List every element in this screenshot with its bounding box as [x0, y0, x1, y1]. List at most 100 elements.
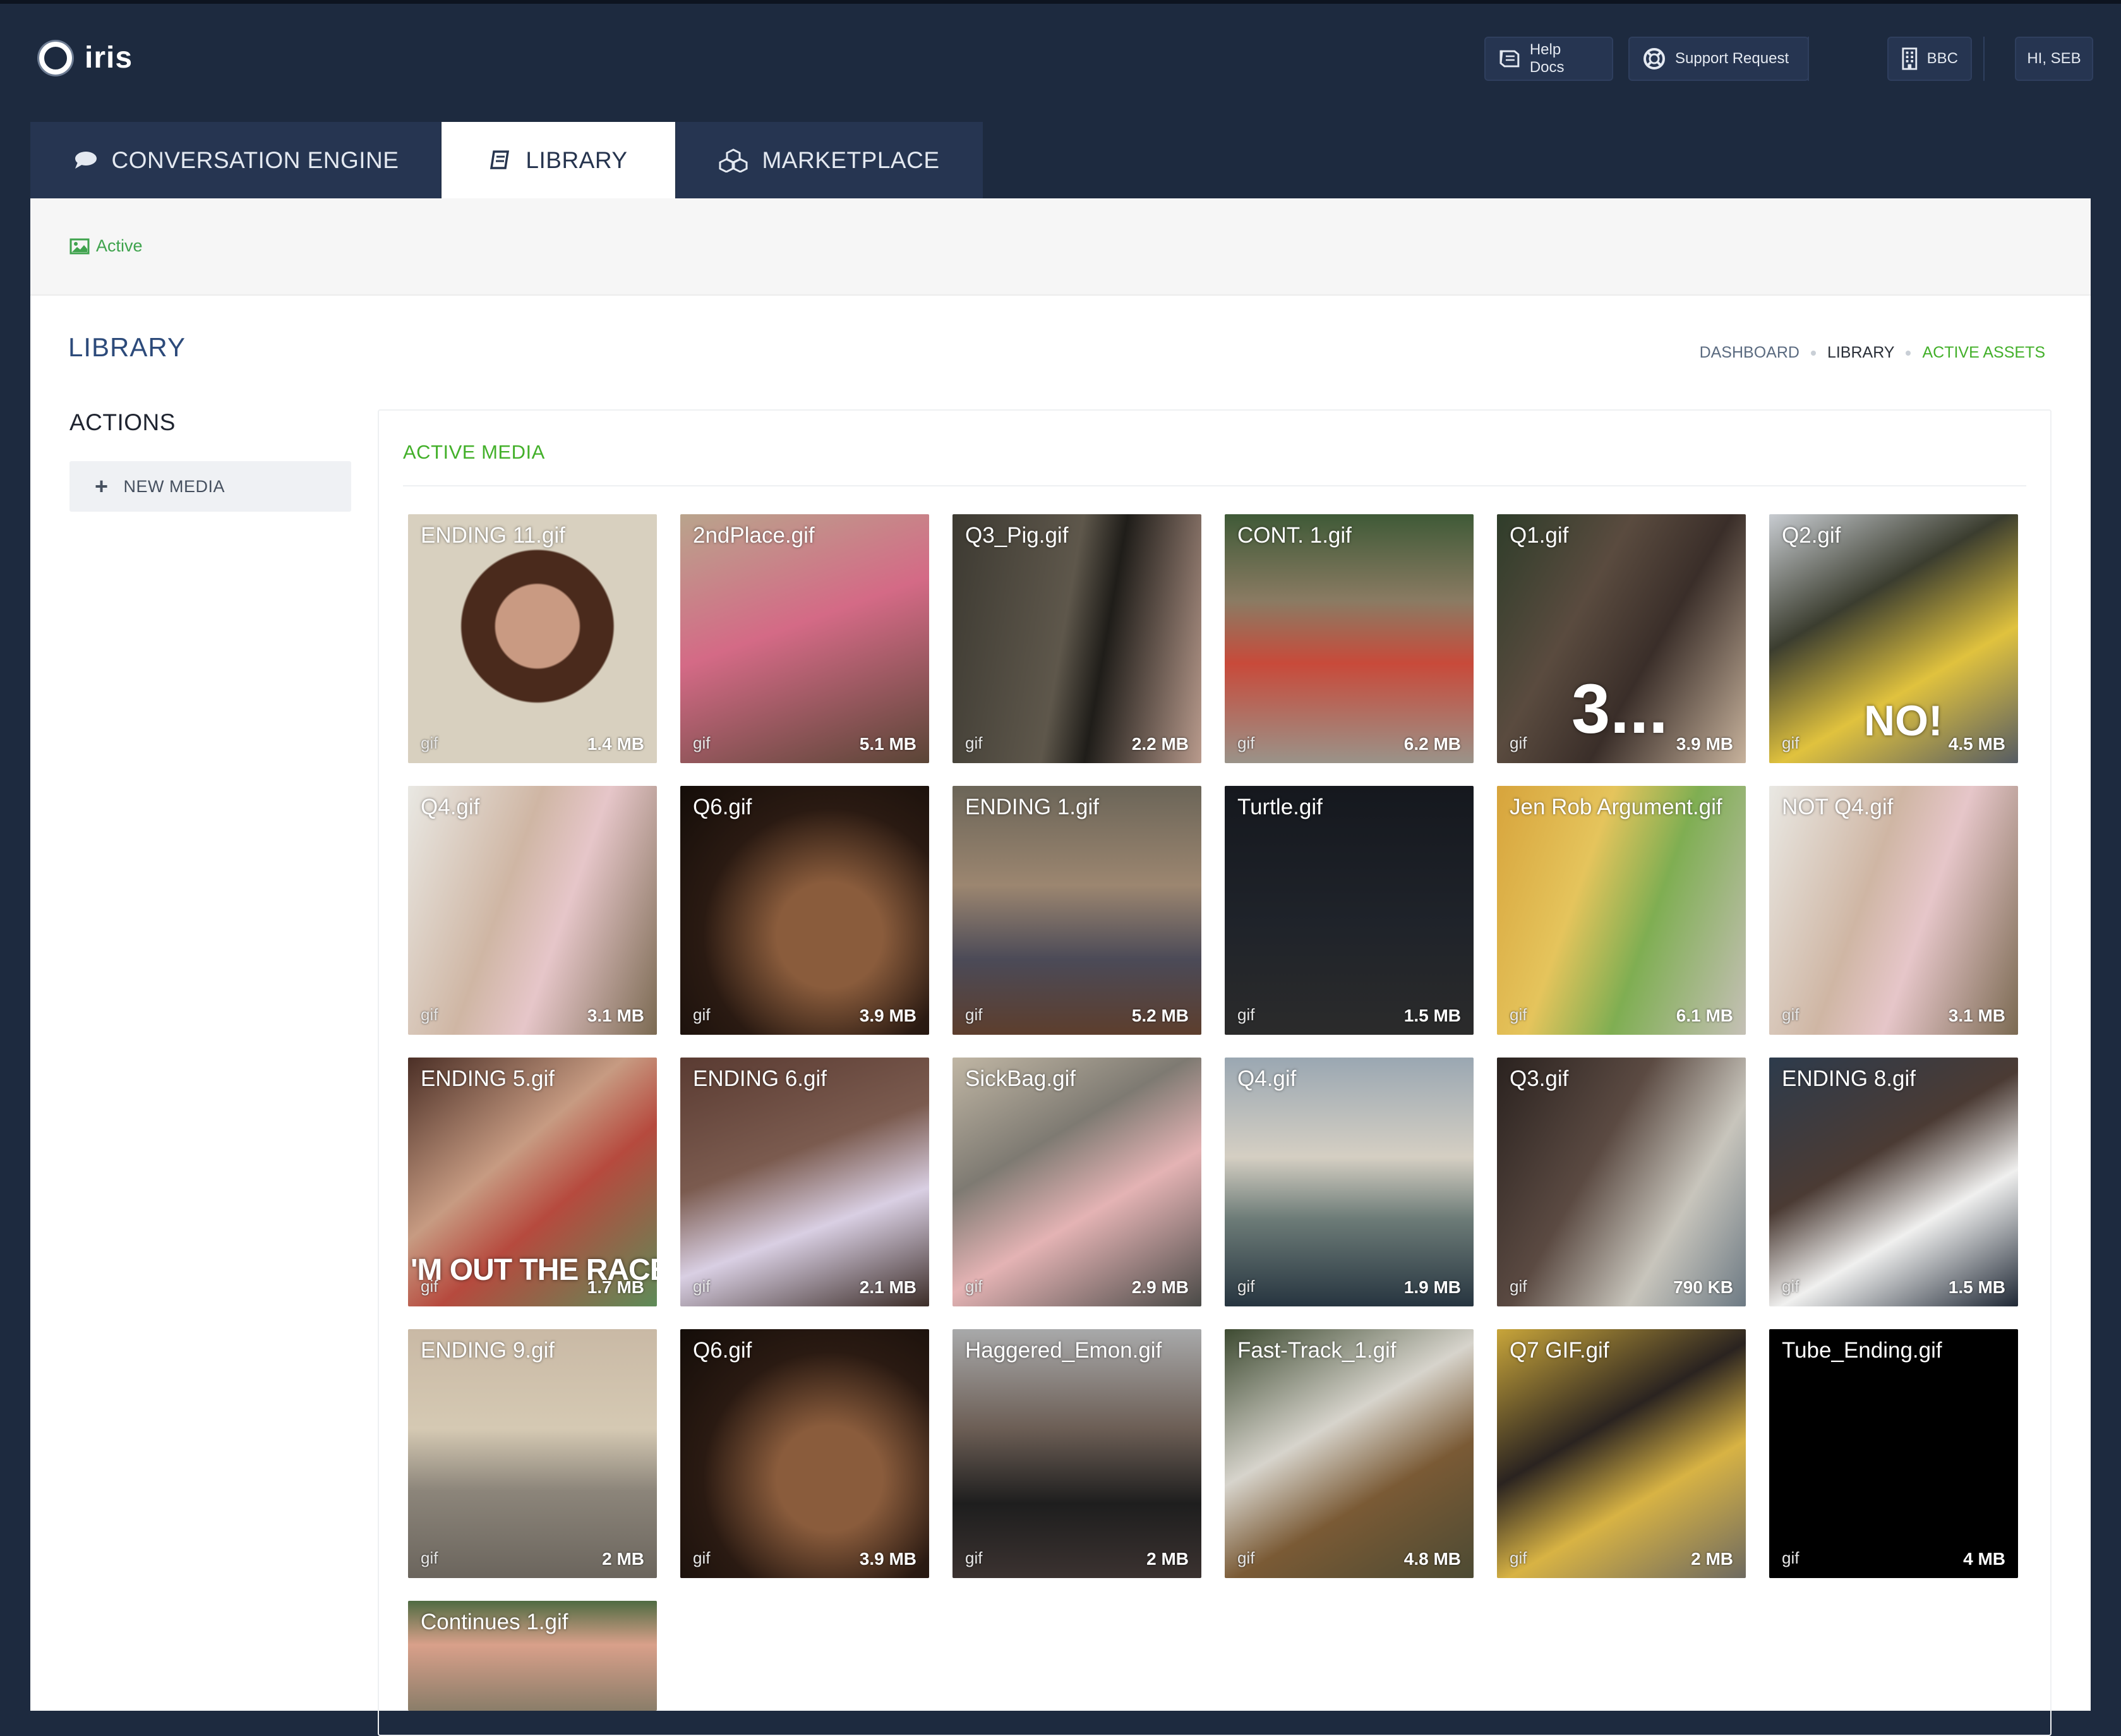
support-request-button[interactable]: Support Request	[1628, 37, 1809, 81]
media-tile[interactable]: Q3.gif gif 790 KB	[1497, 1058, 1746, 1306]
main-panel: Active LIBRARY DASHBOARD LIBRARY ACTIVE …	[30, 198, 2091, 1736]
media-file-type: gif	[693, 1277, 711, 1296]
tab-marketplace[interactable]: MARKETPLACE	[676, 122, 983, 199]
media-thumbnail	[952, 1058, 1201, 1306]
media-file-size: 790 KB	[1673, 1277, 1733, 1297]
media-file-type: gif	[1782, 1548, 1800, 1567]
header-divider	[1983, 37, 1985, 81]
media-file-size: 4.8 MB	[1403, 1549, 1461, 1569]
media-tile[interactable]: Q6.gif gif 3.9 MB	[680, 1329, 929, 1578]
media-tile[interactable]: Q7 GIF.gif gif 2 MB	[1497, 1329, 1746, 1578]
media-tile[interactable]: ENDING 6.gif gif 2.1 MB	[680, 1058, 929, 1306]
media-tile[interactable]: Tube_Ending.gif gif 4 MB	[1769, 1329, 2018, 1578]
media-tile[interactable]: ENDING 11.gif gif 1.4 MB	[408, 514, 657, 763]
media-file-name: Q1.gif	[1510, 523, 1569, 548]
media-file-name: Tube_Ending.gif	[1782, 1338, 1942, 1363]
organization-button[interactable]: BBC	[1887, 37, 1972, 81]
media-tile[interactable]: NO! Q2.gif gif 4.5 MB	[1769, 514, 2018, 763]
status-filter-active[interactable]: Active	[69, 236, 143, 256]
breadcrumb-dashboard[interactable]: DASHBOARD	[1700, 344, 1800, 362]
media-thumbnail	[680, 1329, 929, 1578]
media-tile[interactable]: ENDING 1.gif gif 5.2 MB	[952, 786, 1201, 1035]
media-tile[interactable]: Turtle.gif gif 1.5 MB	[1225, 786, 1474, 1035]
media-file-name: Q4.gif	[421, 795, 480, 819]
tab-conversation-engine[interactable]: CONVERSATION ENGINE	[30, 122, 441, 199]
building-icon	[1902, 47, 1918, 70]
media-tile[interactable]: SickBag.gif gif 2.9 MB	[952, 1058, 1201, 1306]
media-caption-overlay: NO!	[1864, 697, 1943, 745]
media-file-size: 2 MB	[602, 1549, 644, 1569]
media-file-size: 1.9 MB	[1403, 1277, 1461, 1297]
media-file-size: 3.1 MB	[1948, 1006, 2005, 1025]
logo-ring-icon	[39, 41, 72, 75]
media-thumbnail	[1769, 786, 2018, 1035]
media-thumbnail	[1769, 1329, 2018, 1578]
media-tile[interactable]: ENDING 8.gif gif 1.5 MB	[1769, 1058, 2018, 1306]
media-file-name: 2ndPlace.gif	[693, 523, 815, 548]
media-file-type: gif	[693, 1548, 711, 1567]
actions-heading: ACTIONS	[69, 409, 176, 435]
media-tile[interactable]: NOT Q4.gif gif 3.1 MB	[1769, 786, 2018, 1035]
media-file-name: ENDING 1.gif	[965, 795, 1099, 819]
media-tile[interactable]: 'M OUT THE RACE ENDING 5.gif gif 1.7 MB	[408, 1058, 657, 1306]
media-file-name: Q6.gif	[693, 1338, 752, 1363]
status-filter-label: Active	[96, 236, 143, 255]
media-file-type: gif	[965, 733, 983, 752]
media-file-type: gif	[421, 1277, 438, 1296]
media-thumbnail	[1497, 786, 1746, 1035]
media-file-name: Q3_Pig.gif	[965, 523, 1069, 548]
book-icon	[1499, 50, 1520, 68]
active-media-panel: ACTIVE MEDIA ENDING 11.gif gif 1.4 MB 2ndPl…	[378, 409, 2052, 1736]
media-file-type: gif	[1782, 1277, 1800, 1296]
app-name: iris	[85, 41, 133, 75]
media-tile[interactable]: Jen Rob Argument.gif gif 6.1 MB	[1497, 786, 1746, 1035]
breadcrumb-separator	[1810, 350, 1816, 356]
tab-library[interactable]: LIBRARY	[442, 122, 675, 199]
media-file-type: gif	[1237, 1005, 1255, 1024]
breadcrumb-library[interactable]: LIBRARY	[1827, 344, 1895, 362]
media-file-size: 2 MB	[1691, 1549, 1733, 1569]
media-file-size: 6.1 MB	[1676, 1006, 1733, 1025]
media-tile[interactable]: Q4.gif gif 3.1 MB	[408, 786, 657, 1035]
tab-label: MARKETPLACE	[762, 147, 940, 173]
media-tile[interactable]: CONT. 1.gif gif 6.2 MB	[1225, 514, 1474, 763]
new-media-button[interactable]: + NEW MEDIA	[69, 461, 351, 512]
media-tile[interactable]: Q4.gif gif 1.9 MB	[1225, 1058, 1474, 1306]
page-title: LIBRARY	[68, 332, 186, 362]
media-file-size: 6.2 MB	[1403, 734, 1461, 754]
media-thumbnail	[1225, 1058, 1474, 1306]
media-tile[interactable]: ENDING 9.gif gif 2 MB	[408, 1329, 657, 1578]
media-thumbnail	[1225, 786, 1474, 1035]
media-file-size: 3.9 MB	[859, 1549, 916, 1569]
media-file-name: Q7 GIF.gif	[1510, 1338, 1609, 1363]
help-docs-button[interactable]: Help Docs	[1484, 37, 1613, 81]
cubes-icon	[719, 148, 748, 172]
media-file-name: Q6.gif	[693, 795, 752, 819]
user-menu-button[interactable]: HI, SEB	[2015, 37, 2093, 81]
media-file-size: 1.4 MB	[587, 734, 644, 754]
media-tile[interactable]: Fast-Track_1.gif gif 4.8 MB	[1225, 1329, 1474, 1578]
app-logo[interactable]: iris	[39, 40, 133, 75]
speech-bubble-icon	[75, 152, 97, 169]
media-file-type: gif	[1782, 733, 1800, 752]
media-tile[interactable]: 2ndPlace.gif gif 5.1 MB	[680, 514, 929, 763]
media-tile[interactable]: Q6.gif gif 3.9 MB	[680, 786, 929, 1035]
media-tile[interactable]: Haggered_Emon.gif gif 2 MB	[952, 1329, 1201, 1578]
media-file-name: ENDING 9.gif	[421, 1338, 555, 1363]
media-file-name: ENDING 6.gif	[693, 1066, 827, 1091]
image-icon	[69, 238, 90, 254]
media-tile[interactable]: Continues 1.gif	[408, 1601, 657, 1711]
media-file-type: gif	[1510, 1277, 1527, 1296]
media-file-type: gif	[1237, 1277, 1255, 1296]
media-file-name: Continues 1.gif	[421, 1610, 568, 1634]
media-file-type: gif	[421, 1005, 438, 1024]
media-thumbnail	[680, 1058, 929, 1306]
media-thumbnail	[680, 786, 929, 1035]
media-file-type: gif	[965, 1548, 983, 1567]
media-tile[interactable]: Q3_Pig.gifgif 2.2 MB	[952, 514, 1201, 763]
media-thumbnail	[408, 514, 657, 763]
media-file-size: 2.2 MB	[1131, 734, 1189, 754]
media-file-name: Turtle.gif	[1237, 795, 1323, 819]
media-thumbnail	[1225, 1329, 1474, 1578]
media-tile[interactable]: 3... Q1.gif gif 3.9 MB	[1497, 514, 1746, 763]
